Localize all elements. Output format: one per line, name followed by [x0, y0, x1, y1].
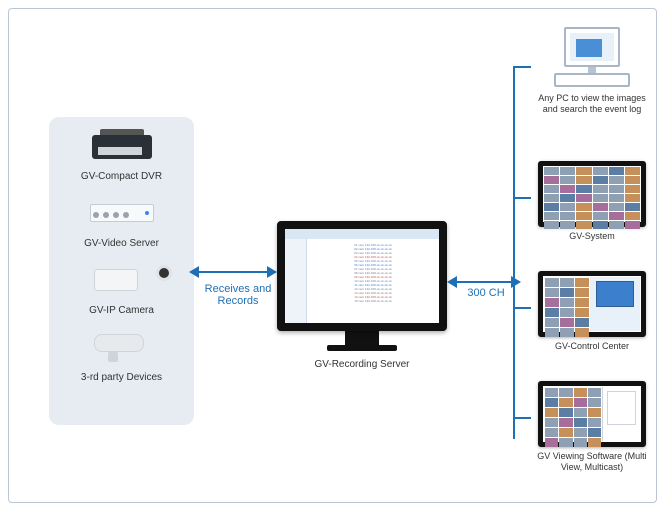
- diagram-frame: GV-Compact DVR GV-Video Server GV-IP Cam…: [8, 8, 657, 503]
- device-compact-dvr: GV-Compact DVR: [55, 127, 188, 182]
- link-left-label: Receives and Records: [193, 283, 283, 307]
- client-gv-system: GV-System: [531, 161, 653, 242]
- link-sources-to-server: [197, 271, 269, 273]
- recording-server: 01 cam 192.168 ok ok ok ok 02 cam 192.16…: [277, 221, 447, 370]
- video-server-icon: [82, 194, 162, 234]
- caption: GV Viewing Software (Multi View, Multica…: [531, 451, 653, 473]
- label: GV-Compact DVR: [81, 171, 162, 182]
- label: GV-Video Server: [84, 238, 159, 249]
- bus-stub: [513, 417, 531, 419]
- device-video-server: GV-Video Server: [55, 194, 188, 249]
- client-viewing-software: GV Viewing Software (Multi View, Multica…: [531, 381, 653, 473]
- device-ip-camera: GV-IP Camera: [55, 261, 188, 316]
- caption: GV-Control Center: [531, 341, 653, 352]
- viewing-software-icon: [538, 381, 646, 447]
- control-center-icon: [538, 271, 646, 337]
- bus-stub: [513, 197, 531, 199]
- client-any-pc: Any PC to view the images and search the…: [531, 27, 653, 115]
- client-control-center: GV-Control Center: [531, 271, 653, 352]
- pc-icon: [550, 27, 634, 89]
- caption: Any PC to view the images and search the…: [531, 93, 653, 115]
- bus-stub: [513, 66, 531, 68]
- link-server-to-clients: [455, 281, 513, 283]
- client-bus-line: [513, 67, 515, 439]
- caption: GV-System: [531, 231, 653, 242]
- server-monitor-icon: 01 cam 192.168 ok ok ok ok 02 cam 192.16…: [277, 221, 447, 331]
- server-label: GV-Recording Server: [277, 359, 447, 370]
- compact-dvr-icon: [82, 127, 162, 167]
- bus-stub: [513, 307, 531, 309]
- label: GV-IP Camera: [89, 305, 154, 316]
- label: 3-rd party Devices: [81, 372, 162, 383]
- link-right-label: 300 CH: [459, 287, 513, 299]
- ip-camera-icon: [82, 261, 162, 301]
- generic-camera-icon: [82, 328, 162, 368]
- gv-system-icon: [538, 161, 646, 227]
- device-third-party: 3-rd party Devices: [55, 328, 188, 383]
- source-devices-panel: GV-Compact DVR GV-Video Server GV-IP Cam…: [49, 117, 194, 425]
